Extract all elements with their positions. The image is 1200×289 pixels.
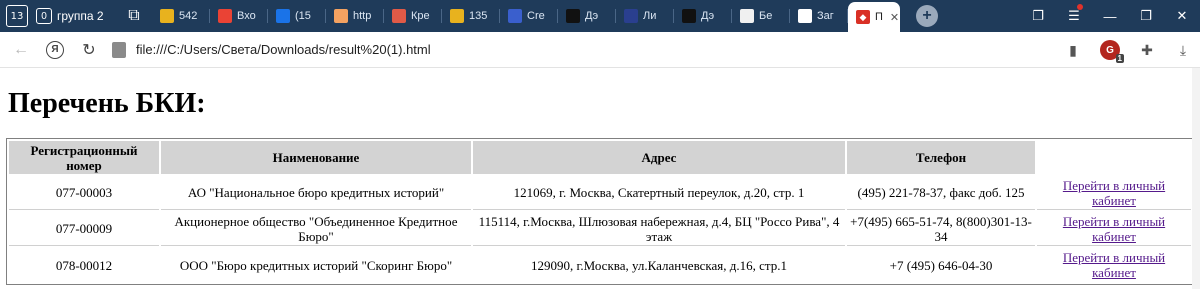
tab-item[interactable]: Дэ — [674, 0, 732, 32]
window-controls: ❐ ☰ — ❐ ✕ — [1020, 0, 1200, 32]
cabinet-link[interactable]: Перейти в личный кабинет — [1063, 250, 1165, 280]
new-window-icon[interactable]: ⧉ — [122, 4, 146, 28]
new-tab-button[interactable]: + — [916, 5, 938, 27]
table-header-row: Регистрационный номер Наименование Адрес… — [9, 141, 1191, 174]
tab-item[interactable]: Ли — [616, 0, 674, 32]
mail-icon — [160, 9, 174, 23]
extension-badge: 1 — [1115, 54, 1124, 63]
tab-item[interactable]: Кре — [384, 0, 442, 32]
table-row: 078-00012 ООО "Бюро кредитных историй "Ск… — [9, 248, 1191, 282]
tab-count-button[interactable]: 13 — [6, 5, 28, 27]
restore-icon[interactable]: ❐ — [1128, 8, 1164, 24]
tab-item[interactable]: Бе — [732, 0, 790, 32]
tab-item[interactable]: Заг — [790, 0, 848, 32]
header-link — [1037, 141, 1191, 174]
cell-link: Перейти в личный кабинет — [1037, 176, 1191, 210]
yandex-button[interactable]: Я — [42, 37, 68, 63]
tab-label: http — [353, 10, 372, 22]
tab-item[interactable]: (15 — [268, 0, 326, 32]
mail-icon — [450, 9, 464, 23]
table-row: 077-00009 Акционерное общество "Объединен… — [9, 212, 1191, 246]
flag-icon — [508, 9, 522, 23]
mail-icon — [276, 9, 290, 23]
header-reg-number: Регистрационный номер — [9, 141, 159, 174]
tab-label: Ли — [643, 10, 657, 22]
tab-label: Кре — [411, 10, 430, 22]
cabinet-link[interactable]: Перейти в личный кабинет — [1063, 178, 1165, 208]
tab-item[interactable]: Вхо — [210, 0, 268, 32]
bookmark-icon[interactable]: ▮ — [1064, 41, 1082, 59]
bki-table: Регистрационный номер Наименование Адрес… — [6, 138, 1194, 285]
address-bar[interactable]: file:///C:/Users/Света/Downloads/result%… — [136, 42, 431, 57]
address-toolbar: ← Я ↻ file:///C:/Users/Света/Downloads/r… — [0, 32, 1200, 68]
file-icon[interactable] — [112, 41, 126, 58]
collections-icon[interactable]: ❐ — [1020, 8, 1056, 24]
yandex-icon: Я — [46, 40, 64, 59]
close-tab-icon[interactable]: ✕ — [890, 11, 899, 24]
tab-label: Бе — [759, 10, 773, 22]
header-phone: Телефон — [847, 141, 1035, 174]
tab-label: Вхо — [237, 10, 256, 22]
page-content: Перечень БКИ: Регистрационный номер Наим… — [0, 68, 1200, 289]
toolbar-right: ▮ G1 ✚ ⤓ — [1064, 32, 1192, 68]
cell-name: Акционерное общество "Объединенное Креди… — [161, 212, 471, 246]
cell-link: Перейти в личный кабинет — [1037, 212, 1191, 246]
html-file-icon: ◆ — [856, 10, 870, 24]
group-count: 0 — [36, 8, 52, 24]
close-window-icon[interactable]: ✕ — [1164, 8, 1200, 24]
tab-item[interactable]: 135 — [442, 0, 500, 32]
menu-icon[interactable]: ☰ — [1056, 4, 1092, 24]
site-icon — [334, 9, 348, 23]
puzzle-icon[interactable]: ✚ — [1138, 41, 1156, 59]
tab-label: П — [875, 11, 883, 23]
star-icon — [682, 9, 696, 23]
cell-name: ООО "Бюро кредитных историй "Скоринг Бюр… — [179, 257, 453, 273]
tab-label: Заг — [817, 10, 834, 22]
cell-phone: +7 (495) 646-04-30 — [889, 257, 993, 273]
gmail-icon — [218, 9, 232, 23]
tab-label: Дэ — [701, 10, 715, 22]
tab-label: Дэ — [585, 10, 599, 22]
scrollbar[interactable] — [1192, 68, 1200, 289]
cell-reg-number: 077-00009 — [9, 212, 159, 246]
cell-phone: +7(495) 665-51-74, 8(800)301-13-34 — [847, 212, 1035, 246]
download-icon — [798, 9, 812, 23]
tab-active[interactable]: ◆ П ✕ — [848, 2, 900, 32]
tab-item[interactable]: 542 — [152, 0, 210, 32]
reload-icon[interactable]: ↻ — [76, 37, 102, 63]
cell-address: 121069, г. Москва, Скатертный переулок, … — [473, 176, 845, 210]
download-icon[interactable]: ⤓ — [1174, 41, 1192, 59]
cell-address: 115114, г.Москва, Шлюзовая набережная, д… — [473, 212, 845, 246]
doc-icon — [740, 9, 754, 23]
tab-label: 135 — [469, 10, 488, 22]
minimize-icon[interactable]: — — [1092, 9, 1128, 24]
cabinet-link[interactable]: Перейти в личный кабинет — [1063, 214, 1165, 244]
cell-address: 129090, г.Москва, ул.Каланчевская, д.16,… — [531, 257, 787, 273]
cell-reg-number: 077-00003 — [9, 176, 159, 210]
star-icon — [566, 9, 580, 23]
emblem-icon — [624, 9, 638, 23]
tab-label: Cre — [527, 10, 545, 22]
page-title: Перечень БКИ: — [8, 88, 206, 119]
cell-phone: (495) 221-78-37, факс доб. 125 — [847, 176, 1035, 210]
tab-label: 542 — [179, 10, 198, 22]
table-row: 077-00003 АО "Национальное бюро кредитных… — [9, 176, 1191, 210]
pdf-icon — [392, 9, 406, 23]
group-label: группа 2 — [57, 9, 104, 23]
cell-link: Перейти в личный кабинет — [1037, 248, 1191, 282]
cell-reg-number: 078-00012 — [55, 257, 113, 273]
tab-group-chip[interactable]: 0 группа 2 — [36, 5, 116, 27]
cell-name: АО "Национальное бюро кредитных историй" — [161, 176, 471, 210]
tab-item[interactable]: Cre — [500, 0, 558, 32]
header-address: Адрес — [473, 141, 845, 174]
tab-item[interactable]: http — [326, 0, 384, 32]
tab-item[interactable]: Дэ — [558, 0, 616, 32]
extension-icon[interactable]: G1 — [1100, 40, 1124, 63]
back-icon[interactable]: ← — [8, 37, 34, 63]
header-name: Наименование — [161, 141, 471, 174]
tab-label: (15 — [295, 10, 311, 22]
browser-tab-strip: 13 0 группа 2 ⧉ 542 Вхо (15 http Кре 135 Cre Дэ… — [0, 0, 1200, 32]
tab-list: 542 Вхо (15 http Кре 135 Cre Дэ Ли Дэ Бе Заг — [152, 0, 848, 32]
